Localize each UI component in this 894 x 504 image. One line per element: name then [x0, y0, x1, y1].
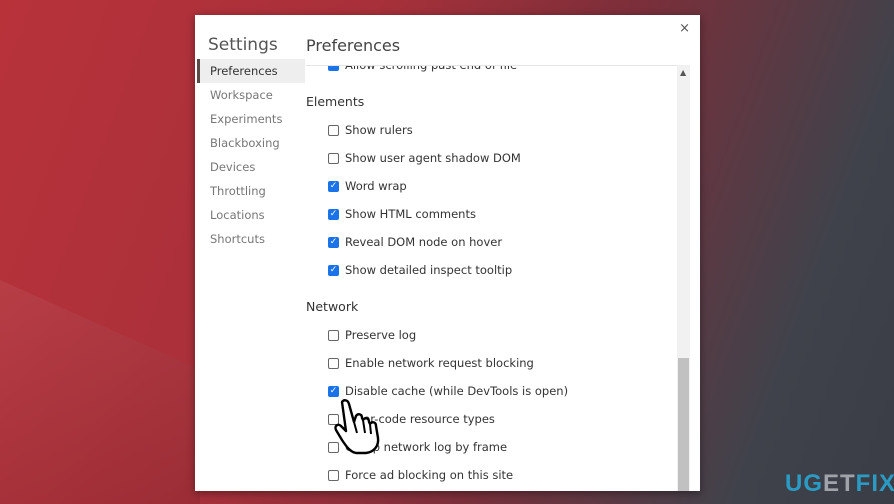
- setting-label: Show user agent shadow DOM: [345, 151, 521, 165]
- checkbox[interactable]: [328, 124, 339, 136]
- checkbox[interactable]: ✓: [328, 385, 339, 397]
- checkbox[interactable]: ✓: [328, 236, 339, 248]
- section-title: Elements: [306, 94, 365, 109]
- close-icon[interactable]: ×: [679, 21, 690, 36]
- setting-label: Show HTML comments: [345, 207, 476, 221]
- setting-checkbox-row[interactable]: Enable network request blocking: [328, 355, 534, 371]
- setting-label: Allow scrolling past end of file: [345, 65, 518, 72]
- section-title: Network: [306, 299, 359, 314]
- setting-checkbox-row[interactable]: ✓ Disable cache (while DevTools is open): [328, 383, 568, 399]
- scroll-up-icon[interactable]: ▲: [680, 68, 686, 77]
- setting-checkbox-row[interactable]: ✓ Reveal DOM node on hover: [328, 234, 502, 250]
- setting-label: Force ad blocking on this site: [345, 468, 514, 482]
- setting-label: Show rulers: [345, 123, 413, 137]
- sidebar-item-experiments[interactable]: Experiments: [197, 107, 305, 131]
- setting-checkbox-row[interactable]: ✓ Show detailed inspect tooltip: [328, 262, 512, 278]
- setting-label: Word wrap: [345, 179, 407, 193]
- setting-checkbox-row[interactable]: Show rulers: [328, 122, 413, 138]
- settings-title: Settings: [208, 35, 278, 55]
- setting-label: Disable cache (while DevTools is open): [345, 384, 569, 398]
- setting-label: Reveal DOM node on hover: [345, 235, 503, 249]
- checkbox[interactable]: ✓: [328, 264, 339, 276]
- sidebar-item-locations[interactable]: Locations: [197, 203, 305, 227]
- page-title: Preferences: [306, 36, 401, 55]
- setting-checkbox-row[interactable]: Show user agent shadow DOM: [328, 150, 521, 166]
- ugetfix-logo: UGETFIX: [785, 470, 894, 497]
- sidebar-item-blackboxing[interactable]: Blackboxing: [197, 131, 305, 155]
- checkbox[interactable]: [328, 357, 339, 369]
- settings-dialog: × Settings Preferences Workspace Experimen…: [195, 15, 700, 491]
- setting-checkbox-row[interactable]: Force ad blocking on this site: [328, 467, 513, 483]
- sidebar-item-throttling[interactable]: Throttling: [197, 179, 305, 203]
- sidebar: Preferences Workspace Experiments Blackboxi…: [197, 59, 305, 251]
- background-shape: [0, 280, 200, 504]
- setting-checkbox-row[interactable]: ✓ Show HTML comments: [328, 206, 476, 222]
- setting-checkbox-row[interactable]: Preserve log: [328, 327, 416, 343]
- checkbox[interactable]: [328, 152, 339, 164]
- sidebar-item-shortcuts[interactable]: Shortcuts: [197, 227, 305, 251]
- scrollbar-thumb[interactable]: [678, 358, 689, 491]
- sidebar-item-devices[interactable]: Devices: [197, 155, 305, 179]
- sidebar-item-preferences[interactable]: Preferences: [197, 59, 305, 83]
- checkbox[interactable]: ✓: [328, 66, 339, 71]
- setting-label: Show detailed inspect tooltip: [345, 263, 513, 277]
- checkbox[interactable]: [328, 469, 339, 481]
- scrollbar[interactable]: ▲: [677, 65, 690, 491]
- setting-checkbox-row[interactable]: ✓ Allow scrolling past end of file: [328, 65, 518, 73]
- setting-checkbox-row[interactable]: ✓ Word wrap: [328, 178, 407, 194]
- checkbox[interactable]: [328, 329, 339, 341]
- hand-cursor-icon: [334, 399, 380, 455]
- sidebar-item-workspace[interactable]: Workspace: [197, 83, 305, 107]
- checkbox[interactable]: ✓: [328, 180, 339, 192]
- setting-label: Enable network request blocking: [345, 356, 534, 370]
- setting-label: Preserve log: [345, 328, 417, 342]
- checkbox[interactable]: ✓: [328, 208, 339, 220]
